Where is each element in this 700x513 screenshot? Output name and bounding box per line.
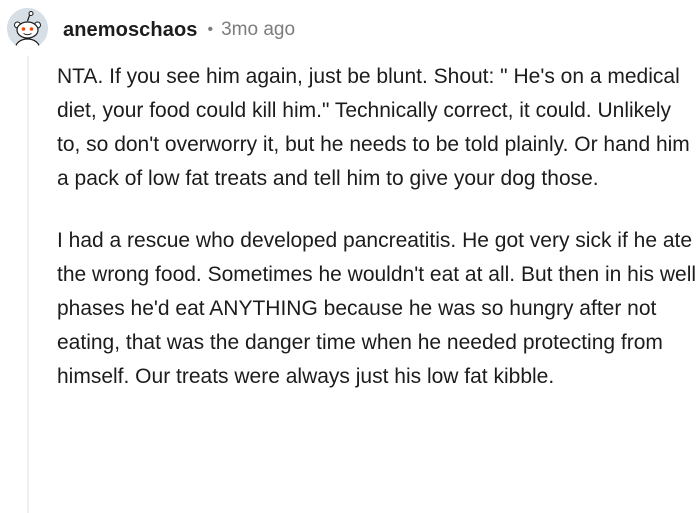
comment: anemoschaos • 3mo ago NTA. If you see hi… <box>0 0 700 513</box>
username[interactable]: anemoschaos <box>63 19 198 42</box>
comment-paragraph: NTA. If you see him again, just be blunt… <box>57 65 690 190</box>
avatar[interactable] <box>7 8 48 49</box>
reddit-snoo-avatar-icon <box>7 8 48 49</box>
comment-header: anemoschaos • 3mo ago <box>63 16 295 44</box>
comment-body: NTA. If you see him again, just be blunt… <box>57 60 697 394</box>
thread-line[interactable] <box>27 56 29 513</box>
timestamp[interactable]: 3mo ago <box>221 19 295 41</box>
separator-dot: • <box>207 21 214 38</box>
comment-paragraph: I had a rescue who developed pancreatiti… <box>57 229 697 388</box>
